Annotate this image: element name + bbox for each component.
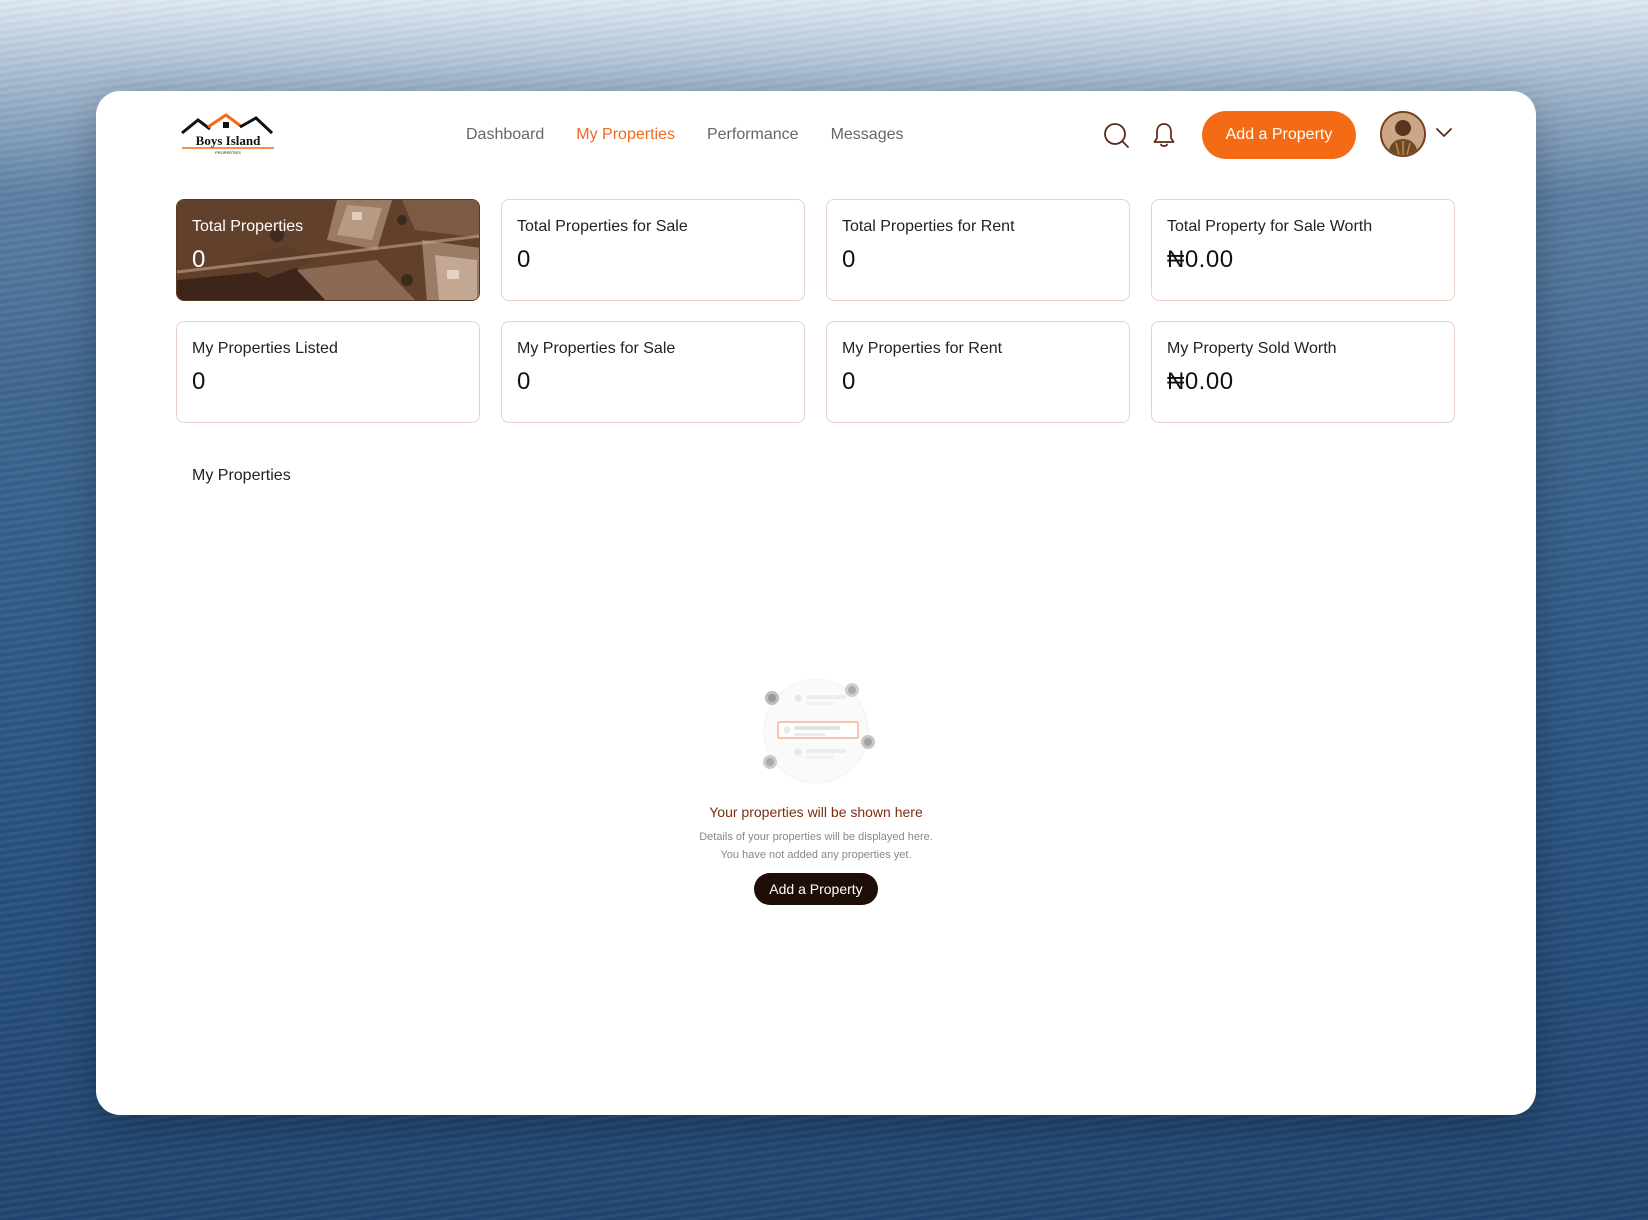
section-title: My Properties <box>192 467 291 484</box>
stat-value: 0 <box>842 246 856 273</box>
stat-label: Total Property for Sale Worth <box>1167 218 1373 235</box>
empty-state-line-2: You have not added any properties yet. <box>720 849 912 861</box>
empty-state-line-1: Details of your properties will be displ… <box>699 831 933 843</box>
logo-house-icon: Boys Island PROPERTIES <box>181 113 274 155</box>
stat-label: My Properties for Sale <box>517 340 676 357</box>
nav-my-properties[interactable]: My Properties <box>576 121 675 149</box>
nav-dashboard[interactable]: Dashboard <box>466 121 544 149</box>
stat-label: My Properties Listed <box>192 340 338 357</box>
stat-value: 0 <box>517 368 531 395</box>
stat-card-my-sold-worth: My Property Sold Worth ₦0.00 <box>1151 321 1455 423</box>
search-icon <box>1104 123 1129 148</box>
bell-icon <box>1153 123 1175 147</box>
nav-messages[interactable]: Messages <box>831 121 904 149</box>
empty-state-illustration <box>756 676 876 786</box>
stat-label: My Properties for Rent <box>842 340 1003 357</box>
nav-performance[interactable]: Performance <box>707 121 799 149</box>
stat-card-my-listed: My Properties Listed 0 <box>176 321 480 423</box>
avatar-person-icon <box>1382 113 1424 155</box>
aerial-city-image <box>177 200 479 300</box>
stat-value: ₦0.00 <box>1167 368 1234 395</box>
user-avatar[interactable] <box>1380 111 1426 157</box>
stat-value: 0 <box>842 368 856 395</box>
stat-label: My Property Sold Worth <box>1167 340 1337 357</box>
logo-text: Boys Island <box>196 133 261 148</box>
stat-card-total-for-sale: Total Properties for Sale 0 <box>501 199 805 301</box>
empty-state-description: Details of your properties will be displ… <box>96 828 1536 864</box>
stat-label: Total Properties <box>192 218 304 235</box>
stat-card-my-for-sale: My Properties for Sale 0 <box>501 321 805 423</box>
notifications-button[interactable] <box>1152 121 1176 149</box>
stat-value: ₦0.00 <box>1167 246 1234 273</box>
stat-card-total-sale-worth: Total Property for Sale Worth ₦0.00 <box>1151 199 1455 301</box>
stat-card-my-for-rent: My Properties for Rent 0 <box>826 321 1130 423</box>
account-menu-button[interactable] <box>1434 125 1454 139</box>
stat-card-total-for-rent: Total Properties for Rent 0 <box>826 199 1130 301</box>
main-panel: Boys Island PROPERTIES Dashboard My Prop… <box>96 91 1536 1115</box>
search-button[interactable] <box>1102 121 1130 149</box>
stat-label: Total Properties for Rent <box>842 218 1015 235</box>
add-property-button[interactable]: Add a Property <box>1202 111 1356 159</box>
stat-value: 0 <box>517 246 531 273</box>
empty-state-add-property-button[interactable]: Add a Property <box>754 873 878 905</box>
stat-label: Total Properties for Sale <box>517 218 688 235</box>
brand-logo[interactable]: Boys Island PROPERTIES <box>180 113 276 159</box>
chevron-down-icon <box>1436 128 1452 137</box>
stat-card-total-properties: Total Properties 0 <box>176 199 480 301</box>
stat-value: 0 <box>192 246 206 273</box>
logo-subtext: PROPERTIES <box>215 150 241 155</box>
empty-list-icon <box>763 678 875 784</box>
stat-value: 0 <box>192 368 206 395</box>
empty-state-title: Your properties will be shown here <box>709 804 923 820</box>
top-nav: Dashboard My Properties Performance Mess… <box>466 121 904 149</box>
